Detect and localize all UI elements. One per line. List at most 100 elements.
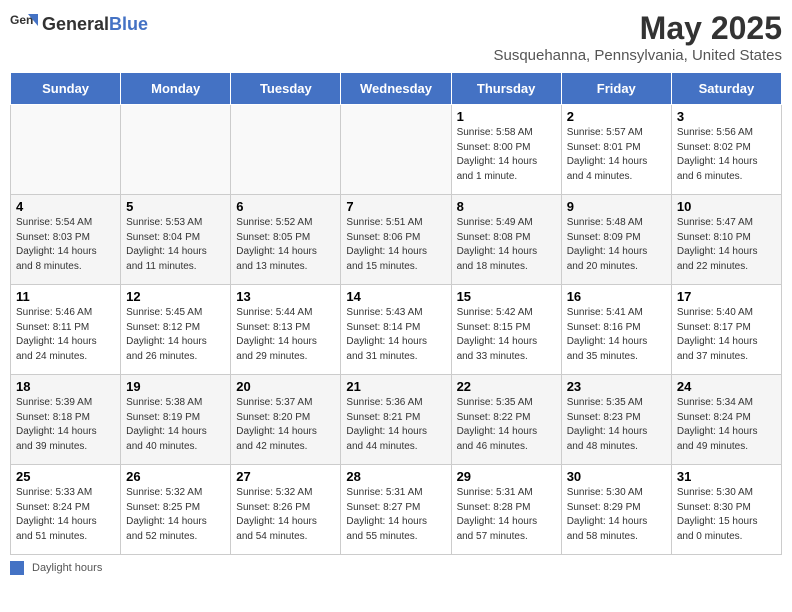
calendar-cell: 27 Sunrise: 5:32 AM Sunset: 8:26 PM Dayli… <box>231 465 341 555</box>
calendar-cell: 6Sunrise: 5:52 AM Sunset: 8:05 PM Daylig… <box>231 195 341 285</box>
calendar-cell: 10 Sunrise: 5:47 AM Sunset: 8:10 PM Dayli… <box>671 195 781 285</box>
calendar-cell: 25 Sunrise: 5:33 AM Sunset: 8:24 PM Dayli… <box>11 465 121 555</box>
date-number: 31 <box>677 469 776 484</box>
calendar-cell: 20 Sunrise: 5:37 AM Sunset: 8:20 PM Dayli… <box>231 375 341 465</box>
subtitle: Susquehanna, Pennsylvania, United States <box>493 47 782 64</box>
col-thursday: Thursday <box>451 73 561 105</box>
cell-info: Sunrise: 5:33 AM Sunset: 8:24 PM Dayligh… <box>16 486 115 544</box>
calendar-cell: 4 Sunrise: 5:54 AM Sunset: 8:03 PM Daylig… <box>11 195 121 285</box>
cell-info: Sunrise: 5:39 AM Sunset: 8:18 PM Dayligh… <box>16 396 115 454</box>
date-number: 20 <box>236 379 335 394</box>
date-number: 16 <box>567 289 666 304</box>
calendar-table: Sunday Monday Tuesday Wednesday Thursday… <box>10 72 782 555</box>
calendar-cell: 15 Sunrise: 5:42 AM Sunset: 8:15 PM Dayli… <box>451 285 561 375</box>
cell-info: Sunrise: 5:42 AM Sunset: 8:15 PM Dayligh… <box>457 306 556 364</box>
logo: Gen GeneralBlue <box>10 10 148 38</box>
calendar-cell: 31Sunrise: 5:30 AM Sunset: 8:30 PM Dayli… <box>671 465 781 555</box>
calendar-week-5: 25 Sunrise: 5:33 AM Sunset: 8:24 PM Dayli… <box>11 465 782 555</box>
date-number: 14 <box>346 289 445 304</box>
date-number: 9 <box>567 199 666 214</box>
date-number: 27 <box>236 469 335 484</box>
date-number: 29 <box>457 469 556 484</box>
calendar-cell: 28Sunrise: 5:31 AM Sunset: 8:27 PM Dayli… <box>341 465 451 555</box>
cell-info: Sunrise: 5:45 AM Sunset: 8:12 PM Dayligh… <box>126 306 225 364</box>
date-number: 22 <box>457 379 556 394</box>
cell-info: Sunrise: 5:35 AM Sunset: 8:23 PM Dayligh… <box>567 396 666 454</box>
header: Gen GeneralBlue May 2025 Susquehanna, Pe… <box>10 10 782 64</box>
cell-info: Sunrise: 5:32 AM Sunset: 8:26 PM Dayligh… <box>236 486 335 544</box>
cell-info: Sunrise: 5:47 AM Sunset: 8:10 PM Dayligh… <box>677 216 776 274</box>
header-row: Sunday Monday Tuesday Wednesday Thursday… <box>11 73 782 105</box>
cell-info: Sunrise: 5:35 AM Sunset: 8:22 PM Dayligh… <box>457 396 556 454</box>
page-container: Gen GeneralBlue May 2025 Susquehanna, Pe… <box>10 10 782 575</box>
cell-info: Sunrise: 5:51 AM Sunset: 8:06 PM Dayligh… <box>346 216 445 274</box>
date-number: 30 <box>567 469 666 484</box>
calendar-cell: 17Sunrise: 5:40 AM Sunset: 8:17 PM Dayli… <box>671 285 781 375</box>
calendar-cell: 5 Sunrise: 5:53 AM Sunset: 8:04 PM Daylig… <box>121 195 231 285</box>
footer: Daylight hours <box>10 561 782 575</box>
calendar-cell: 19Sunrise: 5:38 AM Sunset: 8:19 PM Dayli… <box>121 375 231 465</box>
logo-icon: Gen <box>10 10 38 38</box>
calendar-cell: 2 Sunrise: 5:57 AM Sunset: 8:01 PM Daylig… <box>561 105 671 195</box>
cell-info: Sunrise: 5:48 AM Sunset: 8:09 PM Dayligh… <box>567 216 666 274</box>
date-number: 12 <box>126 289 225 304</box>
cell-info: Sunrise: 5:54 AM Sunset: 8:03 PM Dayligh… <box>16 216 115 274</box>
calendar-cell: 12 Sunrise: 5:45 AM Sunset: 8:12 PM Dayli… <box>121 285 231 375</box>
calendar-cell: 3Sunrise: 5:56 AM Sunset: 8:02 PM Daylig… <box>671 105 781 195</box>
date-number: 11 <box>16 289 115 304</box>
cell-info: Sunrise: 5:41 AM Sunset: 8:16 PM Dayligh… <box>567 306 666 364</box>
calendar-cell <box>231 105 341 195</box>
date-number: 5 <box>126 199 225 214</box>
calendar-cell: 1 Sunrise: 5:58 AM Sunset: 8:00 PM Daylig… <box>451 105 561 195</box>
calendar-week-3: 11Sunrise: 5:46 AM Sunset: 8:11 PM Dayli… <box>11 285 782 375</box>
calendar-cell: 30 Sunrise: 5:30 AM Sunset: 8:29 PM Dayli… <box>561 465 671 555</box>
cell-info: Sunrise: 5:49 AM Sunset: 8:08 PM Dayligh… <box>457 216 556 274</box>
cell-info: Sunrise: 5:53 AM Sunset: 8:04 PM Dayligh… <box>126 216 225 274</box>
cell-info: Sunrise: 5:44 AM Sunset: 8:13 PM Dayligh… <box>236 306 335 364</box>
calendar-cell: 29Sunrise: 5:31 AM Sunset: 8:28 PM Dayli… <box>451 465 561 555</box>
col-friday: Friday <box>561 73 671 105</box>
calendar-cell: 7 Sunrise: 5:51 AM Sunset: 8:06 PM Daylig… <box>341 195 451 285</box>
date-number: 23 <box>567 379 666 394</box>
date-number: 18 <box>16 379 115 394</box>
cell-info: Sunrise: 5:58 AM Sunset: 8:00 PM Dayligh… <box>457 126 556 184</box>
date-number: 17 <box>677 289 776 304</box>
calendar-cell: 23 Sunrise: 5:35 AM Sunset: 8:23 PM Dayli… <box>561 375 671 465</box>
calendar-cell: 16 Sunrise: 5:41 AM Sunset: 8:16 PM Dayli… <box>561 285 671 375</box>
date-number: 15 <box>457 289 556 304</box>
calendar-week-4: 18 Sunrise: 5:39 AM Sunset: 8:18 PM Dayli… <box>11 375 782 465</box>
calendar-cell: 9 Sunrise: 5:48 AM Sunset: 8:09 PM Daylig… <box>561 195 671 285</box>
cell-info: Sunrise: 5:32 AM Sunset: 8:25 PM Dayligh… <box>126 486 225 544</box>
cell-info: Sunrise: 5:56 AM Sunset: 8:02 PM Dayligh… <box>677 126 776 184</box>
cell-info: Sunrise: 5:57 AM Sunset: 8:01 PM Dayligh… <box>567 126 666 184</box>
col-wednesday: Wednesday <box>341 73 451 105</box>
calendar-cell: 14Sunrise: 5:43 AM Sunset: 8:14 PM Dayli… <box>341 285 451 375</box>
col-monday: Monday <box>121 73 231 105</box>
cell-info: Sunrise: 5:52 AM Sunset: 8:05 PM Dayligh… <box>236 216 335 274</box>
date-number: 8 <box>457 199 556 214</box>
date-number: 24 <box>677 379 776 394</box>
col-sunday: Sunday <box>11 73 121 105</box>
date-number: 25 <box>16 469 115 484</box>
cell-info: Sunrise: 5:38 AM Sunset: 8:19 PM Dayligh… <box>126 396 225 454</box>
cell-info: Sunrise: 5:37 AM Sunset: 8:20 PM Dayligh… <box>236 396 335 454</box>
cell-info: Sunrise: 5:30 AM Sunset: 8:29 PM Dayligh… <box>567 486 666 544</box>
cell-info: Sunrise: 5:34 AM Sunset: 8:24 PM Dayligh… <box>677 396 776 454</box>
calendar-cell: 26 Sunrise: 5:32 AM Sunset: 8:25 PM Dayli… <box>121 465 231 555</box>
calendar-cell: 22 Sunrise: 5:35 AM Sunset: 8:22 PM Dayli… <box>451 375 561 465</box>
calendar-cell: 21Sunrise: 5:36 AM Sunset: 8:21 PM Dayli… <box>341 375 451 465</box>
date-number: 7 <box>346 199 445 214</box>
title-area: May 2025 Susquehanna, Pennsylvania, Unit… <box>493 10 782 64</box>
date-number: 4 <box>16 199 115 214</box>
calendar-cell: 13Sunrise: 5:44 AM Sunset: 8:13 PM Dayli… <box>231 285 341 375</box>
logo-text: GeneralBlue <box>42 14 148 35</box>
calendar-cell: 8 Sunrise: 5:49 AM Sunset: 8:08 PM Daylig… <box>451 195 561 285</box>
date-number: 1 <box>457 109 556 124</box>
date-number: 26 <box>126 469 225 484</box>
cell-info: Sunrise: 5:31 AM Sunset: 8:27 PM Dayligh… <box>346 486 445 544</box>
cell-info: Sunrise: 5:36 AM Sunset: 8:21 PM Dayligh… <box>346 396 445 454</box>
calendar-cell <box>11 105 121 195</box>
date-number: 2 <box>567 109 666 124</box>
col-tuesday: Tuesday <box>231 73 341 105</box>
date-number: 10 <box>677 199 776 214</box>
